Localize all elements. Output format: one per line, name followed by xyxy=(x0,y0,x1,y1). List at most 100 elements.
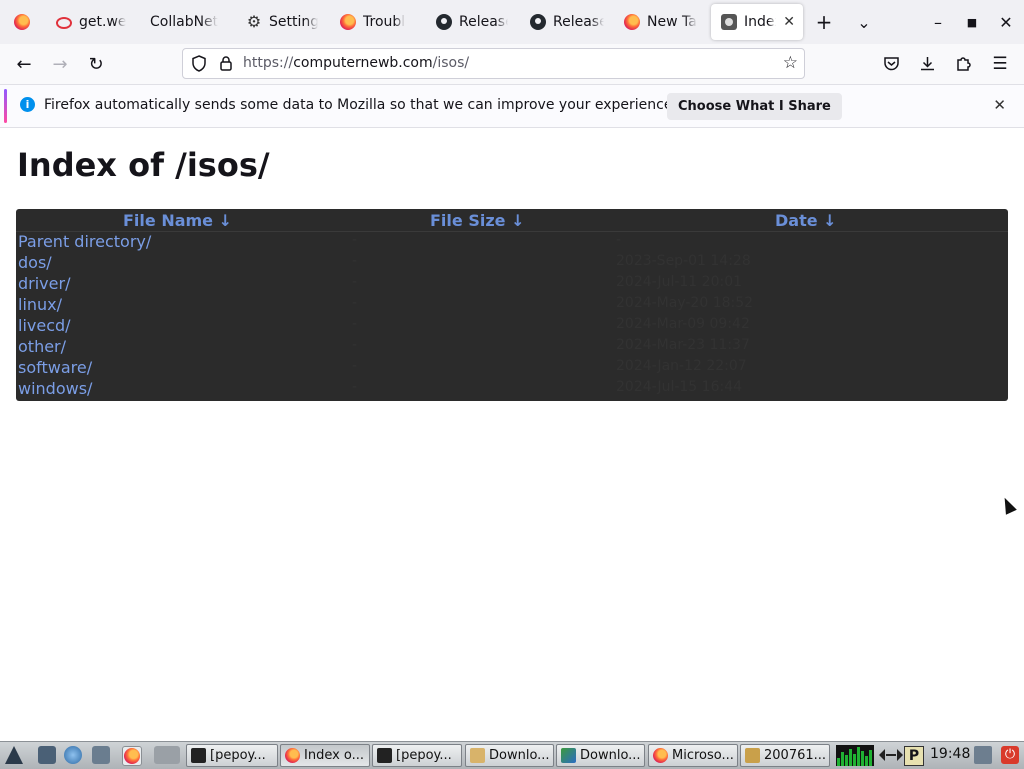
tab-4[interactable]: Troubl xyxy=(330,4,422,40)
file-size: - xyxy=(352,253,358,269)
tab-label: Troubl xyxy=(363,14,406,30)
new-tab-button[interactable]: + xyxy=(810,8,838,36)
oracle-ring-icon xyxy=(56,17,72,29)
firefox-icon xyxy=(624,14,640,30)
tab-2[interactable]: CollabNet xyxy=(140,4,232,40)
close-tab-icon[interactable]: ✕ xyxy=(783,14,795,30)
file-date: 2024-Jan-12 22:07 xyxy=(616,358,747,374)
task-label: 200761... xyxy=(764,748,827,763)
notification-accent-bar xyxy=(4,89,7,123)
tab-firefox-view[interactable] xyxy=(4,4,38,40)
shield-icon[interactable] xyxy=(191,55,207,72)
lock-icon[interactable] xyxy=(219,55,233,72)
cpu-usage-graph xyxy=(836,745,874,766)
task-label: Index o... xyxy=(304,748,365,763)
file-link[interactable]: other/ xyxy=(18,337,66,356)
taskbar-task[interactable]: [pepoy... xyxy=(186,744,278,767)
firefox-icon xyxy=(124,748,140,764)
file-size: - xyxy=(352,358,358,374)
tab-6[interactable]: Release xyxy=(520,4,612,40)
archive-icon xyxy=(745,748,760,763)
close-notification-icon[interactable]: ✕ xyxy=(993,96,1006,114)
start-menu-icon[interactable] xyxy=(2,744,28,766)
firefox-launcher-icon[interactable] xyxy=(122,746,142,766)
terminal-icon xyxy=(191,748,206,763)
taskbar-task[interactable]: 200761... xyxy=(740,744,830,767)
taskbar-task[interactable]: Downlo... xyxy=(556,744,645,767)
tab-label: Release xyxy=(459,14,508,30)
list-all-tabs-button[interactable]: ⌄ xyxy=(850,8,878,36)
tab-7[interactable]: New Ta xyxy=(614,4,706,40)
clock[interactable]: 19:48 xyxy=(930,746,970,762)
menu-hamburger-icon[interactable]: ☰ xyxy=(986,50,1014,78)
back-button[interactable]: ← xyxy=(10,50,38,78)
table-row: other/ - 2024-Mar-23 11:37 xyxy=(16,337,1008,358)
file-link[interactable]: dos/ xyxy=(18,253,52,272)
task-label: Microso... xyxy=(672,748,734,763)
file-link[interactable]: windows/ xyxy=(18,379,92,398)
file-size: - xyxy=(352,274,358,290)
choose-what-i-share-button[interactable]: Choose What I Share xyxy=(667,93,842,120)
table-row: windows/ - 2024-Jul-15 16:44 xyxy=(16,379,1008,400)
table-row: software/ - 2024-Jan-12 22:07 xyxy=(16,358,1008,379)
tray-p-icon[interactable]: P xyxy=(904,746,924,766)
extensions-puzzle-icon[interactable] xyxy=(955,55,972,72)
github-icon xyxy=(530,14,546,30)
taskbar-task[interactable]: Microso... xyxy=(648,744,738,767)
taskbar-task-active[interactable]: Index o... xyxy=(280,744,370,767)
firefox-icon xyxy=(285,748,300,763)
tab-1[interactable]: get.we xyxy=(46,4,134,40)
tab-3[interactable]: ⚙ Setting xyxy=(236,4,326,40)
forward-button[interactable]: → xyxy=(46,50,74,78)
tab-active-index[interactable]: Index ✕ xyxy=(711,4,803,40)
bookmark-star-icon[interactable]: ☆ xyxy=(783,53,798,73)
file-date: - xyxy=(616,232,622,248)
show-desktop-icon[interactable] xyxy=(38,746,56,764)
column-header-file-name[interactable]: File Name ↓ xyxy=(123,211,232,230)
file-link[interactable]: linux/ xyxy=(18,295,62,314)
file-link[interactable]: livecd/ xyxy=(18,316,71,335)
file-date: 2024-Jul-15 16:44 xyxy=(616,379,743,395)
notification-message: Firefox automatically sends some data to… xyxy=(44,97,677,113)
url-text[interactable]: https://computernewb.com/isos/ xyxy=(243,55,469,71)
tab-strip: get.we CollabNet ⚙ Setting Troubl Releas… xyxy=(0,0,1024,44)
url-scheme: https:// xyxy=(243,55,294,71)
minimize-button[interactable]: – xyxy=(924,8,952,36)
reload-button[interactable]: ↻ xyxy=(82,50,110,78)
column-header-file-size[interactable]: File Size ↓ xyxy=(430,211,524,230)
url-path: /isos/ xyxy=(432,55,470,71)
firefox-icon xyxy=(340,14,356,30)
pocket-icon[interactable] xyxy=(883,56,900,72)
network-activity-icon xyxy=(878,746,904,764)
file-size: - xyxy=(352,379,358,395)
tab-label: Release xyxy=(553,14,604,30)
desktop-pager[interactable] xyxy=(154,746,180,764)
maximize-button[interactable]: ■ xyxy=(958,8,986,36)
network-globe-icon[interactable] xyxy=(64,746,82,764)
close-window-button[interactable]: ✕ xyxy=(992,8,1020,36)
power-icon[interactable]: ⏻ xyxy=(1001,746,1019,764)
column-header-date[interactable]: Date ↓ xyxy=(775,211,837,230)
task-label: Downlo... xyxy=(489,748,550,763)
taskbar-task[interactable]: [pepoy... xyxy=(372,744,462,767)
file-size: - xyxy=(352,316,358,332)
file-link[interactable]: driver/ xyxy=(18,274,70,293)
file-date: 2024-Mar-09 09:42 xyxy=(616,316,750,332)
file-link[interactable]: software/ xyxy=(18,358,92,377)
table-row: livecd/ - 2024-Mar-09 09:42 xyxy=(16,316,1008,337)
url-bar[interactable]: https://computernewb.com/isos/ ☆ xyxy=(182,48,805,79)
task-label: Downlo... xyxy=(580,748,641,763)
download-manager-icon xyxy=(561,748,576,763)
taskbar-task[interactable]: Downlo... xyxy=(465,744,554,767)
file-size: - xyxy=(352,295,358,311)
table-row: linux/ - 2024-May-20 18:52 xyxy=(16,295,1008,316)
file-link[interactable]: Parent directory/ xyxy=(18,232,151,251)
tab-5[interactable]: Release xyxy=(426,4,516,40)
table-row: driver/ - 2024-Jul-11 20:01 xyxy=(16,274,1008,295)
firefox-icon xyxy=(14,14,30,30)
file-manager-icon[interactable] xyxy=(92,746,110,764)
downloads-icon[interactable] xyxy=(919,55,936,72)
directory-listing-table: File Name ↓ File Size ↓ Date ↓ Parent di… xyxy=(16,209,1008,401)
display-monitor-icon[interactable] xyxy=(974,746,992,764)
tab-label: Index xyxy=(744,14,776,30)
